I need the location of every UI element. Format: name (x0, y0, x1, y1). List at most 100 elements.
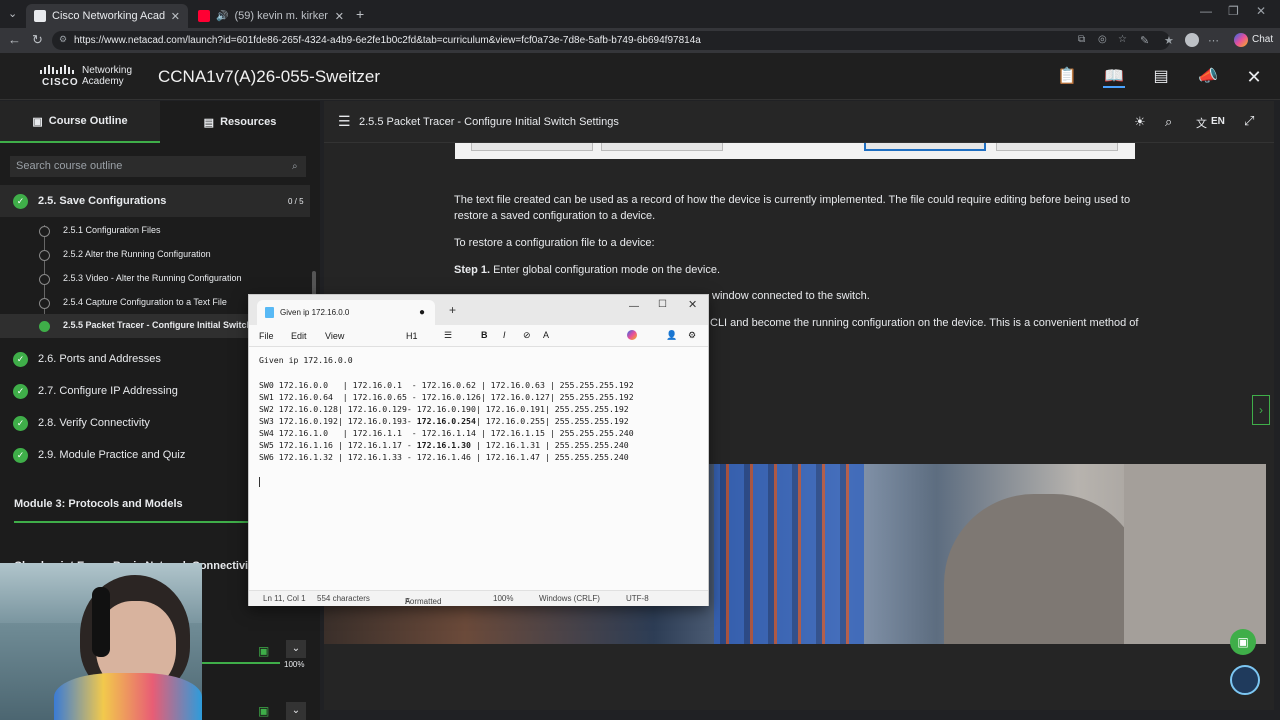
check-icon: ✓ (13, 193, 28, 209)
back-icon[interactable]: ← (8, 32, 21, 47)
zoom-level[interactable]: 100% (493, 594, 513, 603)
encoding[interactable]: UTF-8 (626, 594, 649, 603)
step-1: Step 1. Enter global configuration mode … (454, 264, 720, 276)
tab-course-outline[interactable]: ▣ Course Outline (0, 101, 160, 143)
text-line: | 172.16.1.31 | 255.255.255.240 (470, 440, 629, 450)
close-icon[interactable]: ✕ (171, 10, 180, 23)
speaker-icon[interactable]: 🔊 (216, 11, 228, 22)
paragraph-text: restore a saved configuration to a devic… (454, 210, 656, 222)
settings-gear-icon[interactable]: ⚙ (688, 330, 696, 341)
module-3-heading[interactable]: Module 3: Protocols and Models (14, 498, 183, 510)
content-topbar: ☰ 2.5.5 Packet Tracer - Configure Initia… (324, 101, 1274, 143)
extensions-icon[interactable]: ✎ (1140, 34, 1149, 47)
close-icon[interactable]: ✕ (335, 10, 344, 23)
subitem-2-5-3[interactable]: 2.5.3 Video - Alter the Running Configur… (0, 267, 310, 291)
bold-icon[interactable]: B (481, 330, 488, 340)
browser-tab-youtube[interactable]: 🔊 (59) kevin m. kirker - "a pastu ✕ (190, 4, 352, 28)
notepad-titlebar: Given ip 172.16.0.0 ● + — ☐ ✕ (249, 295, 708, 325)
language-label[interactable]: EN (1211, 116, 1225, 127)
paragraph-text: The text file created can be used as a r… (454, 194, 1131, 206)
tab-resources[interactable]: ▤ Resources (160, 101, 320, 143)
address-bar[interactable]: ⚙ https://www.netacad.com/launch?id=601f… (52, 31, 1170, 50)
site-info-icon[interactable]: ⚙ (59, 34, 67, 45)
next-item-row[interactable]: ▣ ⌄ (200, 702, 310, 720)
notepad-tab[interactable]: Given ip 172.16.0.0 ● (257, 300, 435, 325)
chevron-down-icon[interactable]: ⌄ (286, 702, 306, 720)
chat-button[interactable]: Chat (1252, 34, 1273, 45)
chatbot-icon[interactable] (1230, 665, 1260, 695)
clear-format-icon[interactable]: A (543, 330, 549, 340)
menu-icon[interactable]: ☰ (338, 113, 351, 130)
outline-icon: ▣ (32, 115, 43, 128)
incomplete-icon (39, 274, 50, 285)
tracking-icon[interactable]: ◎ (1098, 34, 1107, 45)
subnet-row-sw5: SW5 172.16.1.16 | 172.16.1.17 - 172.16.1… (259, 440, 629, 450)
search-icon[interactable]: ⌕ (1165, 114, 1172, 130)
copilot-icon[interactable] (627, 330, 637, 340)
menu-edit[interactable]: Edit (291, 331, 307, 341)
new-tab-icon[interactable]: + (356, 6, 364, 22)
more-icon[interactable]: ⋯ (1208, 34, 1219, 47)
copilot-icon[interactable] (1234, 33, 1248, 47)
install-app-icon[interactable]: ⧉ (1078, 34, 1085, 45)
notepad-app-icon (265, 307, 274, 318)
new-tab-icon[interactable]: + (449, 303, 456, 317)
menu-file[interactable]: File (259, 331, 274, 341)
next-page-chevron-icon[interactable]: › (1252, 395, 1270, 425)
search-input[interactable]: Search course outline ⌕ (10, 156, 306, 177)
chevron-down-icon[interactable]: ⌄ (286, 640, 306, 658)
subitem-label: 2.5.5 Packet Tracer - Configure Initial … (63, 320, 253, 330)
close-icon[interactable]: ✕ (688, 298, 697, 311)
announcements-icon[interactable]: 📣 (1197, 66, 1219, 88)
section-progress: 0 / 5 (288, 196, 304, 206)
check-icon: ✓ (13, 447, 28, 463)
paragraph-text: To restore a configuration file to a dev… (454, 237, 655, 249)
book-icon[interactable]: 📖 (1103, 66, 1125, 88)
checkpoint-row[interactable]: ▣ ⌄ 100% (200, 640, 310, 669)
browser-tab-netacad[interactable]: Cisco Networking Academy: CCNA ✕ (26, 4, 188, 28)
subitem-label: 2.5.3 Video - Alter the Running Configur… (63, 273, 242, 283)
clipboard-icon[interactable]: ▣ (258, 644, 269, 658)
tab-label: Course Outline (48, 115, 128, 127)
subitem-2-5-1[interactable]: 2.5.1 Configuration Files (0, 219, 310, 243)
unsaved-dot-icon[interactable]: ● (419, 307, 425, 318)
search-icon[interactable]: ⌕ (292, 156, 298, 177)
notepad-text-area[interactable]: Given ip 172.16.0.0 SW0 172.16.0.0 | 172… (249, 347, 708, 590)
heading-dropdown[interactable]: H1 (406, 331, 418, 341)
subitem-2-5-2[interactable]: 2.5.2 Alter the Running Configuration (0, 243, 310, 267)
profile-avatar[interactable] (1185, 33, 1199, 47)
maximize-icon[interactable]: ❐ (1228, 4, 1239, 18)
cursor-position: Ln 11, Col 1 (263, 594, 306, 603)
minimize-icon[interactable]: — (1200, 4, 1212, 18)
text-line: SW6 172.16.1.32 | 172.16.1.33 - 172.16.1… (259, 452, 629, 462)
section-label: 2.9. Module Practice and Quiz (38, 449, 186, 461)
line-ending[interactable]: Windows (CRLF) (539, 594, 600, 603)
close-course-icon[interactable]: ✕ (1243, 66, 1265, 88)
language-icon[interactable]: 文 (1196, 115, 1207, 131)
brightness-icon[interactable]: ☀ (1134, 114, 1146, 130)
favorites-icon[interactable]: ★ (1164, 34, 1174, 47)
clipboard-icon[interactable]: ▣ (258, 704, 269, 718)
tab-search-icon[interactable]: ⌄ (8, 7, 17, 20)
notes-icon[interactable]: 📋 (1056, 66, 1078, 88)
text-line: | 172.16.0.255| 255.255.255.192 (475, 416, 629, 426)
checkpoint-progress-label: 100% (284, 660, 305, 669)
maximize-icon[interactable]: ☐ (658, 299, 667, 310)
bookmark-star-icon[interactable]: ☆ (1118, 34, 1127, 45)
window-close-icon[interactable]: ✕ (1256, 4, 1266, 18)
list-icon[interactable]: ☰ (444, 330, 452, 341)
account-icon[interactable]: 👤 (666, 330, 677, 341)
logo-line1: Networking (82, 65, 133, 76)
image-button (601, 143, 723, 151)
link-icon[interactable]: ⊘ (523, 330, 531, 341)
menu-view[interactable]: View (325, 331, 344, 341)
grades-icon[interactable]: ▤ (1150, 66, 1172, 88)
clipboard-fab-icon[interactable]: ▣ (1230, 629, 1256, 655)
expand-icon[interactable]: ⤢ (1244, 113, 1254, 129)
section-2-5[interactable]: ✓ 2.5. Save Configurations 0 / 5 (0, 185, 310, 217)
minimize-icon[interactable]: — (629, 301, 639, 312)
reload-icon[interactable]: ↻ (32, 32, 43, 48)
italic-icon[interactable]: I (503, 330, 506, 340)
incomplete-icon (39, 250, 50, 261)
check-icon: ✓ (13, 383, 28, 399)
